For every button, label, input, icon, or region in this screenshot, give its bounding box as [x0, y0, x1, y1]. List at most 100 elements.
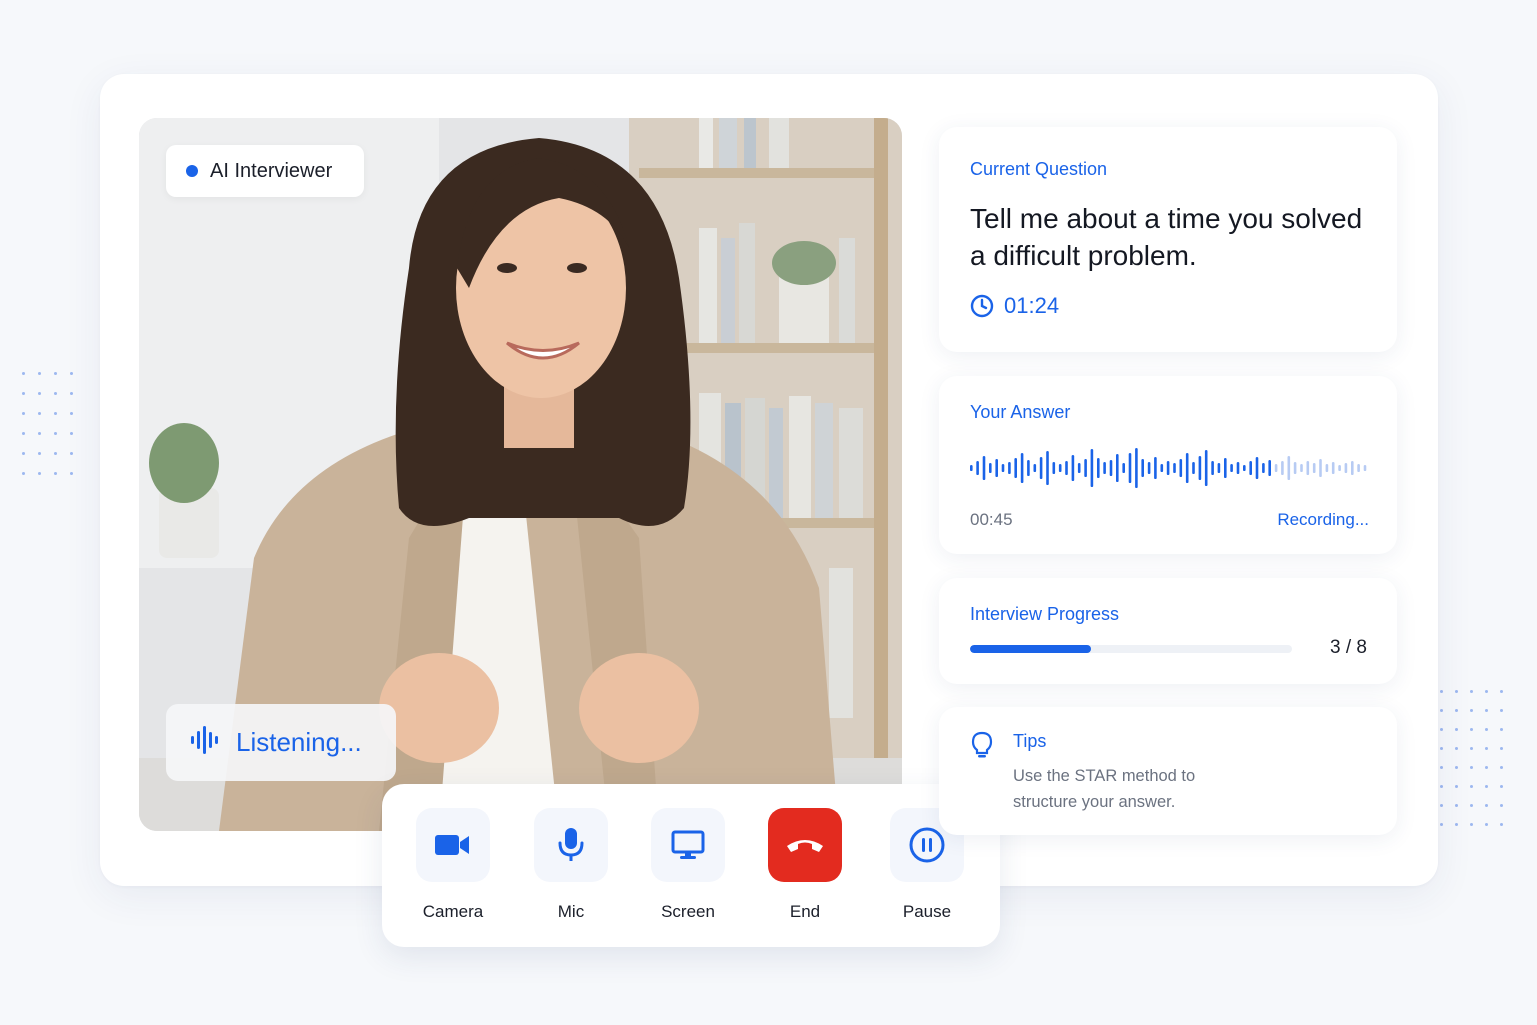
waveform-bar	[1325, 464, 1329, 472]
waveform-bar	[1211, 461, 1214, 475]
end-call-button[interactable]	[768, 808, 842, 882]
answer-elapsed-time: 00:45	[970, 510, 1013, 529]
waveform-bar	[1357, 464, 1360, 472]
waveform-bar	[1147, 462, 1151, 474]
waveform-bar	[1020, 453, 1024, 483]
waveform-bar	[1217, 463, 1221, 473]
audio-wave-icon	[190, 726, 222, 759]
waveform-bar	[1160, 464, 1164, 472]
waveform-bar	[1312, 463, 1316, 473]
screen-label: Screen	[661, 902, 715, 921]
waveform-bar	[1166, 461, 1170, 475]
waveform-bar	[1141, 459, 1144, 477]
screen-control[interactable]: Screen	[648, 808, 728, 922]
screen-icon	[671, 830, 705, 859]
waveform-bar	[1103, 462, 1106, 474]
waveform-bar	[1058, 464, 1062, 472]
timer-value: 01:24	[1004, 293, 1060, 318]
pause-icon	[909, 827, 945, 863]
your-answer-panel: Your Answer 00:45 Recording...	[939, 376, 1397, 554]
waveform-bar	[1287, 456, 1291, 480]
camera-button[interactable]	[416, 808, 490, 882]
tips-panel: Tips Use the STAR method to structure yo…	[939, 707, 1397, 835]
camera-control[interactable]: Camera	[413, 808, 493, 922]
waveform-bar	[1192, 462, 1195, 474]
waveform-bar	[1198, 456, 1202, 480]
question-timer: 01:24	[970, 293, 1059, 319]
waveform-bar	[1224, 458, 1227, 478]
waveform-bar	[1300, 464, 1303, 472]
waveform-bar	[1122, 463, 1125, 473]
waveform-bar	[1052, 462, 1056, 474]
interview-progress-heading: Interview Progress	[970, 604, 1120, 624]
waveform-bar	[1077, 463, 1081, 473]
tips-text: Use the STAR method to structure your an…	[1013, 767, 1196, 811]
clock-icon	[970, 294, 994, 318]
waveform-bar	[1109, 460, 1113, 476]
lightbulb-icon	[971, 731, 993, 764]
waveform-bar	[1262, 463, 1265, 473]
waveform-bar	[1331, 462, 1335, 474]
ai-interviewer-label: AI Interviewer	[210, 159, 333, 182]
mic-control[interactable]: Mic	[531, 808, 611, 922]
waveform-bar	[1179, 459, 1183, 477]
waveform-bar	[1274, 464, 1278, 472]
waveform-bar	[1135, 448, 1138, 488]
waveform-bar	[1293, 462, 1297, 474]
waveform-bar	[1306, 461, 1310, 475]
pause-label: Pause	[902, 902, 952, 921]
waveform-bar	[1351, 461, 1354, 475]
waveform-bar	[1281, 461, 1284, 475]
decorative-dots-right	[1440, 690, 1503, 826]
waveform-bar	[1363, 465, 1367, 471]
answer-waveform	[970, 448, 1367, 488]
waveform-bar	[1046, 451, 1049, 485]
waveform-bar	[1039, 457, 1043, 479]
waveform-bar	[1268, 460, 1271, 476]
screen-button[interactable]	[651, 808, 725, 882]
waveform-bar	[1319, 459, 1322, 477]
waveform-bar	[1154, 457, 1157, 479]
waveform-bar	[970, 465, 973, 471]
waveform-bar	[1128, 453, 1132, 483]
waveform-bar	[976, 461, 979, 475]
camera-label: Camera	[422, 902, 484, 921]
waveform-bar	[989, 463, 992, 473]
progress-fill	[970, 645, 1091, 653]
waveform-bar	[1071, 455, 1075, 481]
waveform-bar	[1001, 464, 1005, 472]
progress-count: 3 / 8	[1330, 637, 1367, 658]
decorative-dots-left	[22, 372, 73, 475]
end-control[interactable]: End	[765, 808, 845, 922]
mic-label: Mic	[557, 902, 585, 921]
recording-status: Recording...	[1277, 510, 1369, 529]
waveform-bar	[1065, 461, 1068, 475]
waveform-bar	[1097, 458, 1100, 478]
listening-label: Listening...	[236, 727, 362, 757]
waveform-bar	[1116, 454, 1119, 482]
waveform-bar	[1033, 464, 1037, 472]
waveform-bar	[1173, 463, 1176, 473]
waveform-bar	[1090, 449, 1094, 487]
your-answer-heading: Your Answer	[970, 402, 1071, 422]
waveform-bar	[1027, 460, 1030, 476]
waveform-bar	[1008, 462, 1011, 474]
progress-track	[970, 645, 1292, 653]
current-question-heading: Current Question	[970, 159, 1108, 179]
ai-interviewer-badge: AI Interviewer	[166, 145, 364, 197]
waveform-bar	[1344, 463, 1348, 473]
waveform-bar	[1084, 459, 1087, 477]
end-label: End	[789, 902, 821, 921]
current-question-panel: Current Question Tell me about a time yo…	[939, 127, 1397, 352]
waveform-bar	[982, 456, 986, 480]
waveform-bar	[1255, 457, 1259, 479]
mic-button[interactable]	[534, 808, 608, 882]
waveform-bar	[1338, 465, 1341, 471]
camera-icon	[435, 835, 469, 855]
listening-indicator: Listening...	[166, 704, 396, 781]
waveform-bar	[1243, 465, 1246, 471]
mic-icon	[558, 828, 584, 861]
waveform-bar	[1185, 453, 1189, 483]
question-text: Tell me about a time you solved a diffic…	[970, 203, 1363, 271]
waveform-bar	[1230, 464, 1233, 472]
